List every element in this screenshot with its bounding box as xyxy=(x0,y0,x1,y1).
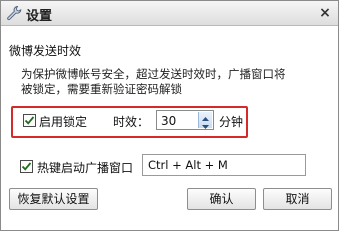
timeout-value[interactable]: 30 xyxy=(161,114,176,128)
close-button[interactable]: × xyxy=(318,6,332,20)
title-bar: 设置 × xyxy=(1,1,338,26)
stepper-down-button[interactable] xyxy=(199,120,212,129)
hotkey-input[interactable]: Ctrl + Alt + M xyxy=(142,154,306,176)
arrow-down-icon xyxy=(202,125,209,129)
enable-lock-label[interactable]: 启用锁定 xyxy=(39,113,87,130)
timeout-unit-label: 分钟 xyxy=(219,115,244,129)
hotkey-value: Ctrl + Alt + M xyxy=(148,158,228,172)
cancel-button[interactable]: 取消 xyxy=(263,188,332,210)
restore-defaults-button[interactable]: 恢复默认设置 xyxy=(9,188,98,210)
settings-dialog: 设置 × 微博发送时效 为保护微博帐号安全，超过发送时效时，广播窗口将 被锁定，… xyxy=(0,0,339,231)
section-heading: 微博发送时效 xyxy=(9,44,82,58)
hotkey-label[interactable]: 热键启动广播窗口 xyxy=(37,159,133,176)
description-line-2: 被锁定，需要重新验证密码解锁 xyxy=(21,82,182,96)
wrench-icon xyxy=(6,5,22,21)
timeout-label: 时效： xyxy=(113,115,150,129)
description-text: 为保护微博帐号安全，超过发送时效时，广播窗口将 被锁定，需要重新验证密码解锁 xyxy=(21,67,321,97)
checkmark-icon xyxy=(24,116,35,125)
stepper-arrows xyxy=(198,112,212,129)
timeout-stepper[interactable]: 30 xyxy=(156,110,214,130)
stepper-up-button[interactable] xyxy=(199,112,212,121)
enable-lock-checkbox[interactable] xyxy=(23,114,36,127)
dialog-title: 设置 xyxy=(26,9,53,24)
hotkey-checkbox[interactable] xyxy=(20,160,33,173)
checkmark-icon xyxy=(21,162,32,171)
description-line-1: 为保护微博帐号安全，超过发送时效时，广播窗口将 xyxy=(21,67,286,81)
ok-button[interactable]: 确认 xyxy=(187,188,256,210)
